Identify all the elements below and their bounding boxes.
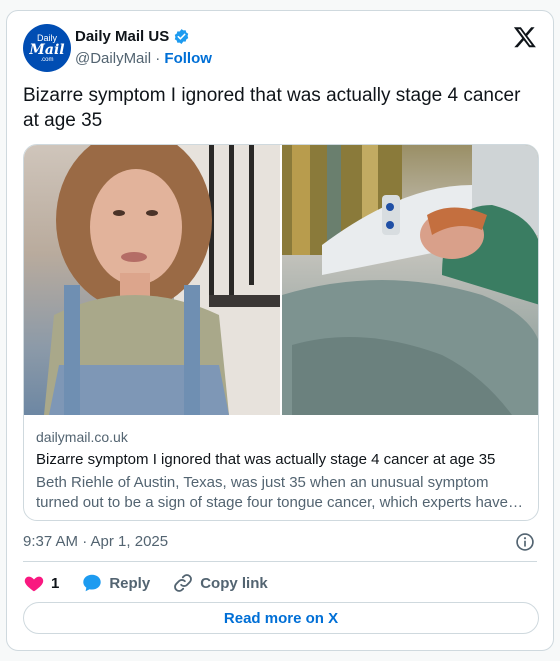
verified-badge-icon <box>174 29 189 44</box>
tweet-text: Bizarre symptom I ignored that was actua… <box>23 85 521 131</box>
account-handle[interactable]: @DailyMail <box>75 50 151 67</box>
like-button[interactable]: 1 <box>23 572 59 594</box>
link-title[interactable]: Bizarre symptom I ignored that was actua… <box>36 451 495 468</box>
heart-icon <box>24 576 44 592</box>
account-name[interactable]: Daily Mail US <box>75 28 169 45</box>
reply-label: Reply <box>109 574 151 592</box>
account-name-row: Daily Mail US <box>75 28 190 45</box>
link-description: Beth Riehle of Austin, Texas, was just 3… <box>36 474 523 511</box>
avatar-text-mail: Mail <box>29 41 65 58</box>
avatar-text-com: .com <box>40 56 54 63</box>
x-logo-icon[interactable] <box>513 25 537 49</box>
separator-dot: · <box>155 50 161 67</box>
like-count: 1 <box>51 574 60 592</box>
portrait-illustration <box>44 145 280 415</box>
link-card[interactable]: dailymail.co.uk Bizarre symptom I ignore… <box>23 144 539 521</box>
photo-hospital-bed[interactable] <box>282 145 538 415</box>
read-more-button[interactable]: Read more on X <box>23 602 539 634</box>
hospital-illustration <box>282 145 538 415</box>
follow-button[interactable]: Follow <box>164 50 212 67</box>
link-domain: dailymail.co.uk <box>36 429 128 445</box>
info-icon[interactable] <box>515 532 535 552</box>
action-bar: 1 Reply Copy link <box>23 572 290 594</box>
reply-button[interactable]: Reply <box>81 572 150 594</box>
divider <box>23 561 537 562</box>
tweet-timestamp[interactable]: 9:37 AM · Apr 1, 2025 <box>23 533 168 550</box>
handle-row: @DailyMail · Follow <box>75 50 212 67</box>
tweet-embed-card: Daily Mail .com Daily Mail US @DailyMail… <box>6 10 554 651</box>
copy-link-button[interactable]: Copy link <box>172 572 268 594</box>
avatar[interactable]: Daily Mail .com <box>23 24 71 72</box>
copy-link-label: Copy link <box>200 574 268 592</box>
photo-woman-portrait[interactable] <box>24 145 280 415</box>
link-icon <box>174 574 193 592</box>
reply-bubble-icon <box>83 574 102 592</box>
